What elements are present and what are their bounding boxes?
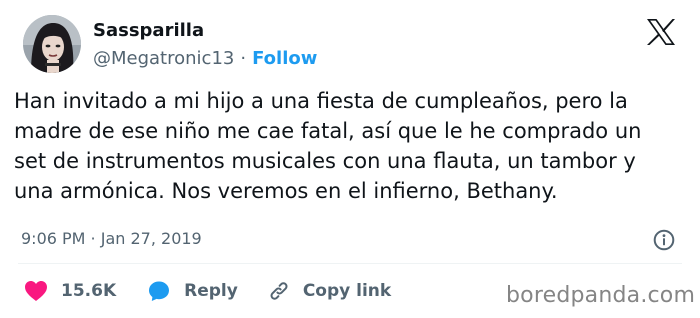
action-bar: 15.6K Reply Copy link xyxy=(24,278,391,304)
x-logo-icon[interactable] xyxy=(646,18,676,46)
like-count: 15.6K xyxy=(61,281,117,301)
speech-bubble-icon xyxy=(149,281,170,301)
link-icon xyxy=(270,282,288,300)
tweet-text: Han invitado a mi hijo a una fiesta de c… xyxy=(14,86,694,206)
author-block: Sassparilla @Megatronic13 · Follow xyxy=(93,19,317,71)
reply-label: Reply xyxy=(184,281,238,301)
reply-button[interactable]: Reply xyxy=(147,279,238,303)
handle[interactable]: @Megatronic13 xyxy=(93,48,234,69)
avatar[interactable] xyxy=(23,15,81,73)
handle-row: @Megatronic13 · Follow xyxy=(93,47,317,71)
info-icon[interactable] xyxy=(652,228,676,252)
tweet-text-line: una armónica. Nos veremos en el infierno… xyxy=(14,179,558,203)
tweet-card: Sassparilla @Megatronic13 · Follow Han inv… xyxy=(0,0,700,318)
follow-button[interactable]: Follow xyxy=(252,48,317,69)
watermark: boredpanda.com xyxy=(506,283,696,308)
handle-separator: · xyxy=(240,48,247,69)
timestamp[interactable]: 9:06 PM · Jan 27, 2019 xyxy=(21,228,202,250)
avatar-image xyxy=(23,15,81,73)
divider xyxy=(18,263,682,264)
tweet-text-line: madre de ese niño me cae fatal, así que … xyxy=(14,119,642,143)
copy-link-button[interactable]: Copy link xyxy=(268,280,391,302)
tweet-text-line: set de instrumentos musicales con una fl… xyxy=(14,149,636,173)
copy-link-label: Copy link xyxy=(302,281,392,301)
heart-icon xyxy=(25,281,47,301)
display-name[interactable]: Sassparilla xyxy=(93,19,317,43)
tweet-text-line: Han invitado a mi hijo a una fiesta de c… xyxy=(14,89,628,113)
like-button[interactable]: 15.6K xyxy=(24,280,116,302)
